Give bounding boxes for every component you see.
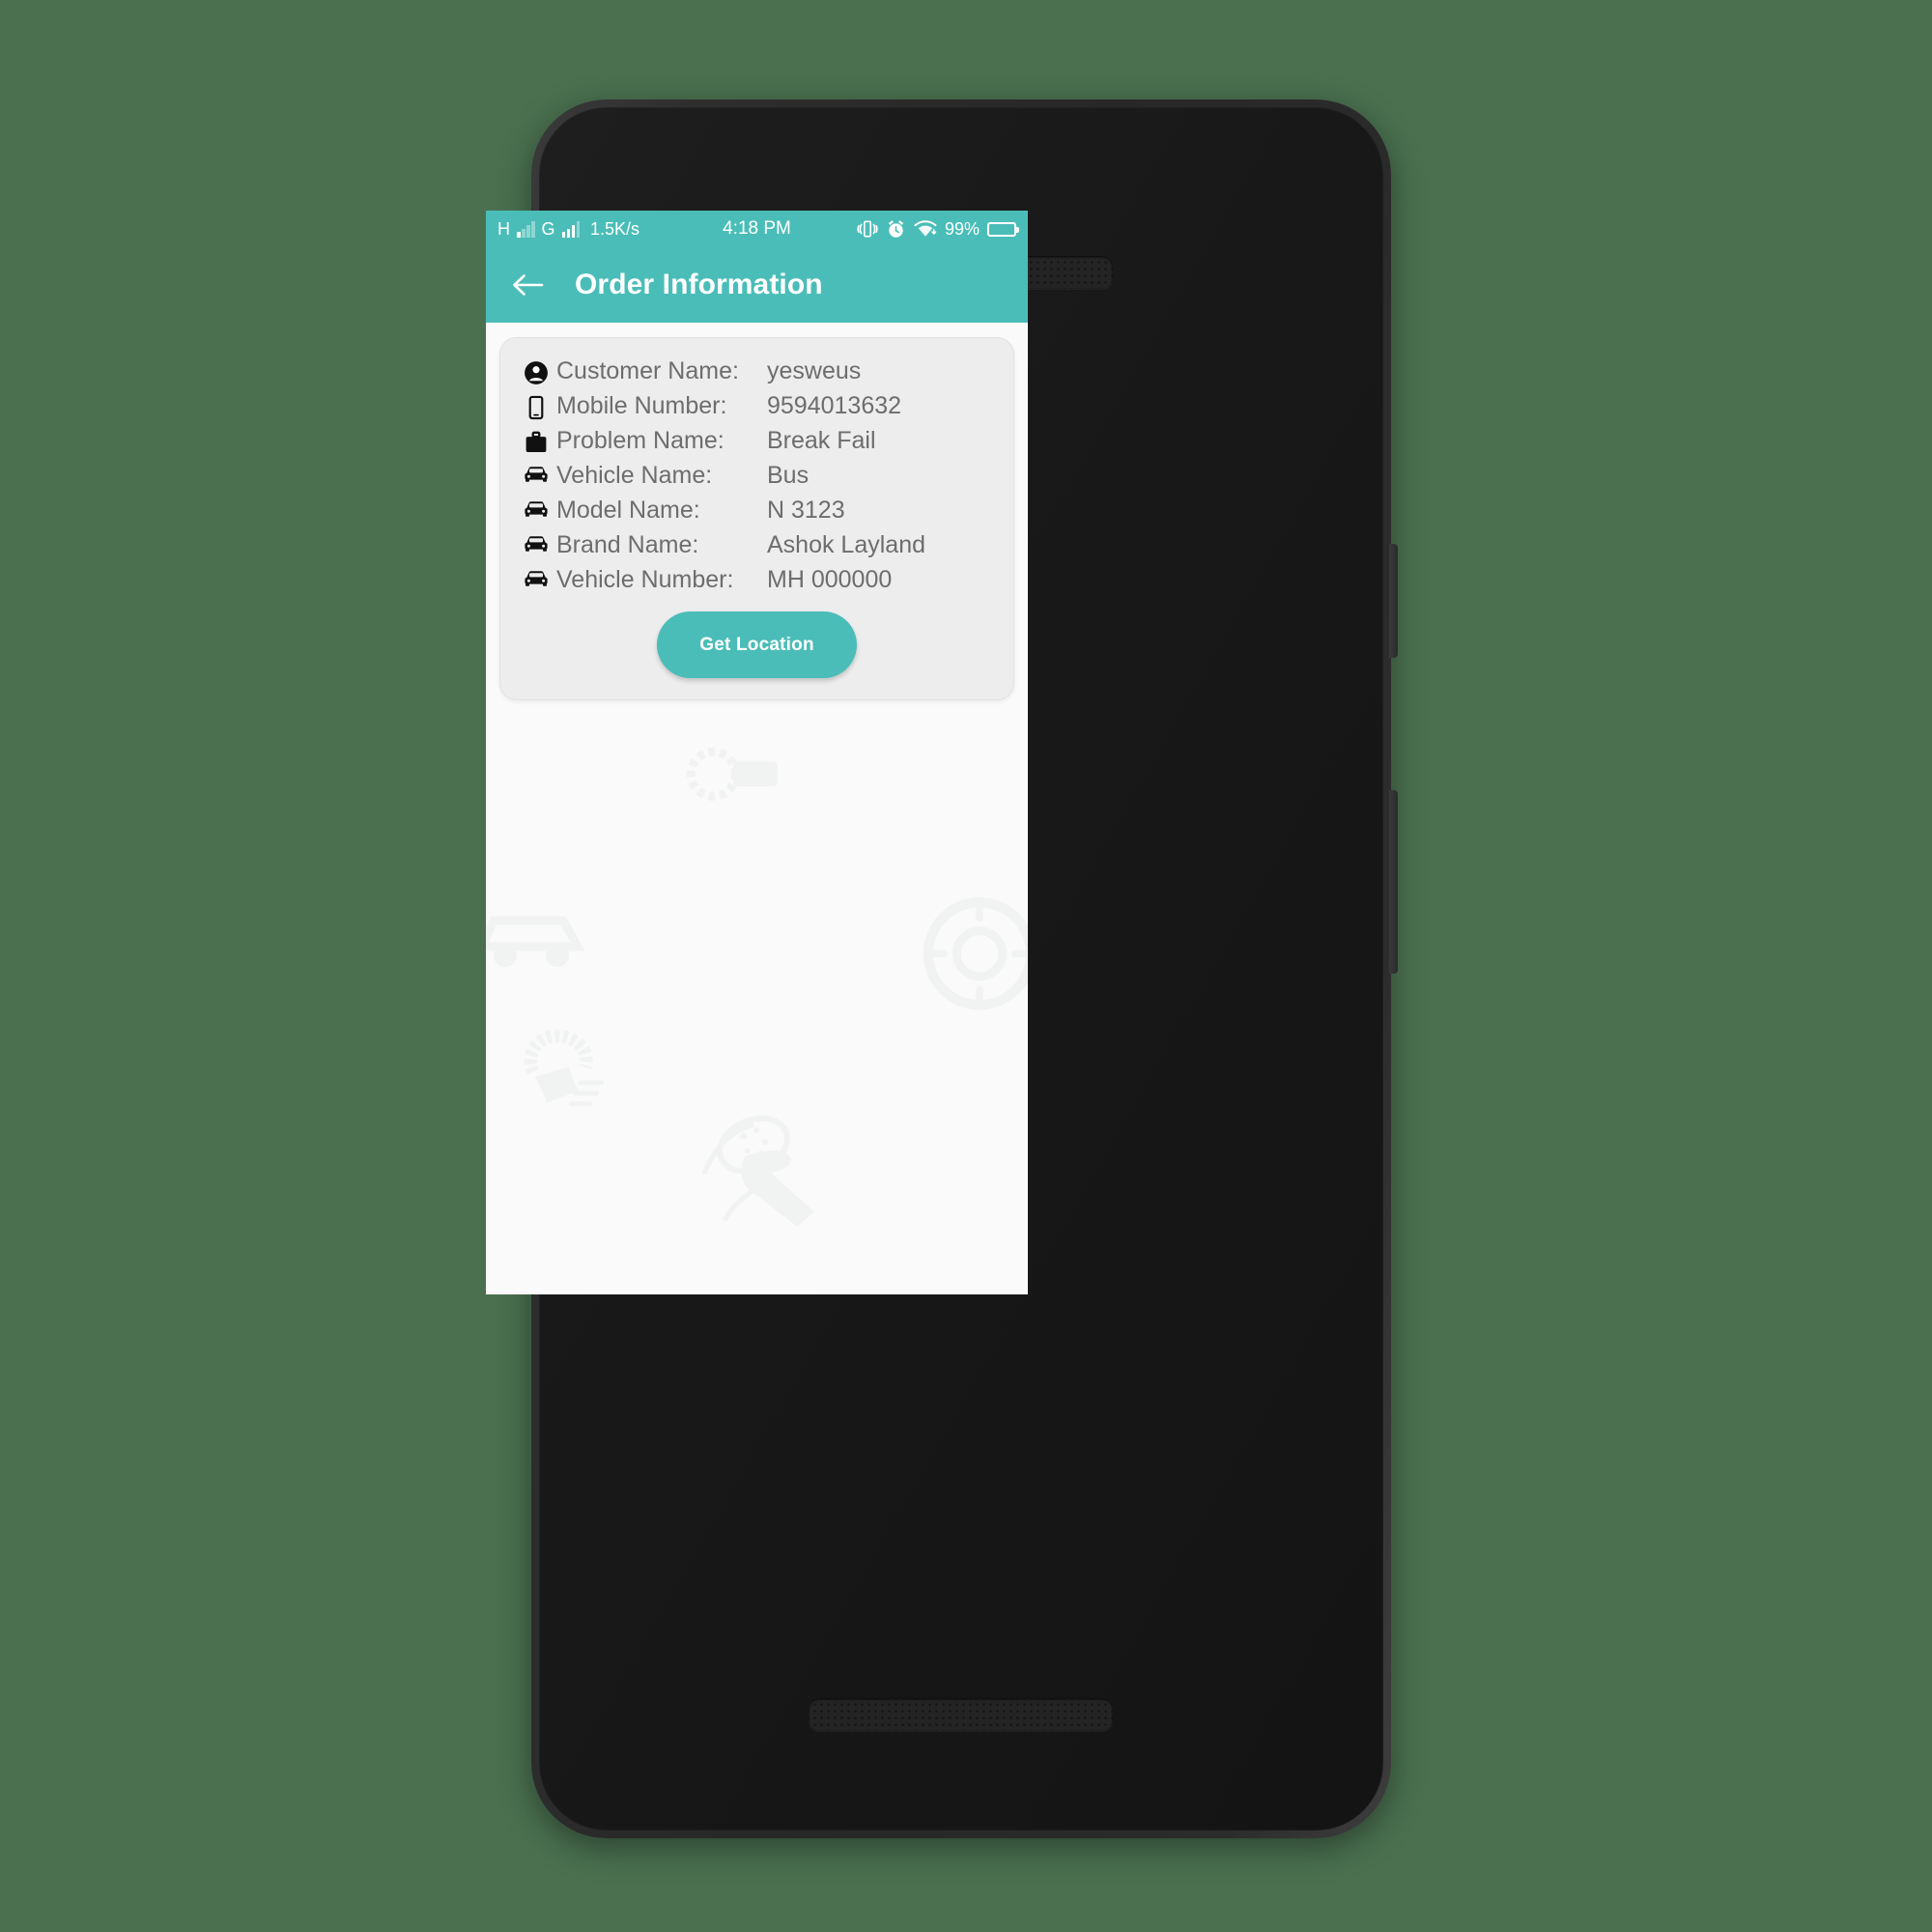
vacuum-hose-watermark — [524, 1029, 605, 1107]
info-value: Ashok Layland — [767, 531, 926, 558]
info-row-customer-name: Customer Name: yesweus — [516, 355, 998, 387]
status-bar-right: 99% — [857, 218, 1019, 240]
alarm-icon — [886, 219, 906, 240]
info-label: Customer Name: — [556, 357, 739, 384]
info-row-problem-name: Problem Name: Break Fail — [516, 425, 998, 457]
info-row-brand-name: Brand Name: Ashok Layland — [516, 529, 998, 561]
info-label: Vehicle Number: — [556, 566, 734, 593]
power-button[interactable] — [1389, 790, 1398, 974]
phone-screen: H G 1.5K/s 4:18 PM 99% Order Information… — [486, 211, 1028, 1294]
back-arrow-icon[interactable] — [511, 269, 544, 301]
car-watermark — [486, 916, 585, 967]
content-area: Customer Name: yesweus Mobile Number: 95… — [486, 323, 1028, 1294]
info-value: Bus — [767, 462, 810, 489]
info-row-model-name: Model Name: N 3123 — [516, 495, 998, 526]
info-value: MH 000000 — [767, 566, 893, 593]
bottom-speaker — [809, 1698, 1113, 1731]
info-row-vehicle-number: Vehicle Number: MH 000000 — [516, 564, 998, 596]
info-value: 9594013632 — [767, 392, 902, 419]
wifi-icon — [914, 219, 937, 239]
signal-bars-icon-2 — [561, 220, 581, 238]
info-label: Problem Name: — [556, 427, 724, 454]
battery-icon — [987, 221, 1019, 237]
info-label: Mobile Number: — [556, 392, 727, 419]
hand-sponge-watermark — [701, 1115, 815, 1227]
tire-watermark — [923, 897, 1028, 1010]
info-label: Model Name: — [556, 497, 700, 524]
network-type-label-1: H — [497, 219, 510, 239]
info-row-vehicle-name: Vehicle Name: Bus — [516, 460, 998, 492]
info-value: yesweus — [767, 357, 862, 384]
info-label: Brand Name: — [556, 531, 699, 558]
info-label: Vehicle Name: — [556, 462, 713, 489]
signal-bars-icon-1 — [517, 220, 535, 238]
car-icon — [516, 495, 556, 519]
briefcase-icon — [516, 425, 556, 455]
network-speed-label: 1.5K/s — [590, 218, 640, 239]
status-bar-left: H G 1.5K/s — [497, 219, 639, 240]
battery-percent-label: 99% — [944, 218, 980, 239]
info-row-mobile-number: Mobile Number: 9594013632 — [516, 390, 998, 422]
info-value: Break Fail — [767, 427, 876, 454]
status-bar: H G 1.5K/s 4:18 PM 99% — [486, 211, 1028, 247]
vibrate-icon — [857, 219, 878, 239]
network-type-label-2: G — [541, 219, 555, 239]
info-value: N 3123 — [767, 497, 845, 524]
order-information-card: Customer Name: yesweus Mobile Number: 95… — [499, 337, 1014, 700]
car-icon — [516, 460, 556, 484]
car-icon — [516, 564, 556, 588]
page-title: Order Information — [575, 269, 823, 300]
get-location-button[interactable]: Get Location — [657, 611, 857, 678]
phone-icon — [516, 390, 556, 420]
volume-button[interactable] — [1389, 544, 1398, 658]
screenshot-stage: H G 1.5K/s 4:18 PM 99% Order Information… — [0, 0, 1932, 1932]
car-icon — [516, 529, 556, 554]
person-icon — [516, 355, 556, 385]
action-button-row: Get Location — [516, 611, 998, 678]
app-bar: Order Information — [486, 247, 1028, 323]
spark-plug-watermark — [686, 747, 779, 801]
